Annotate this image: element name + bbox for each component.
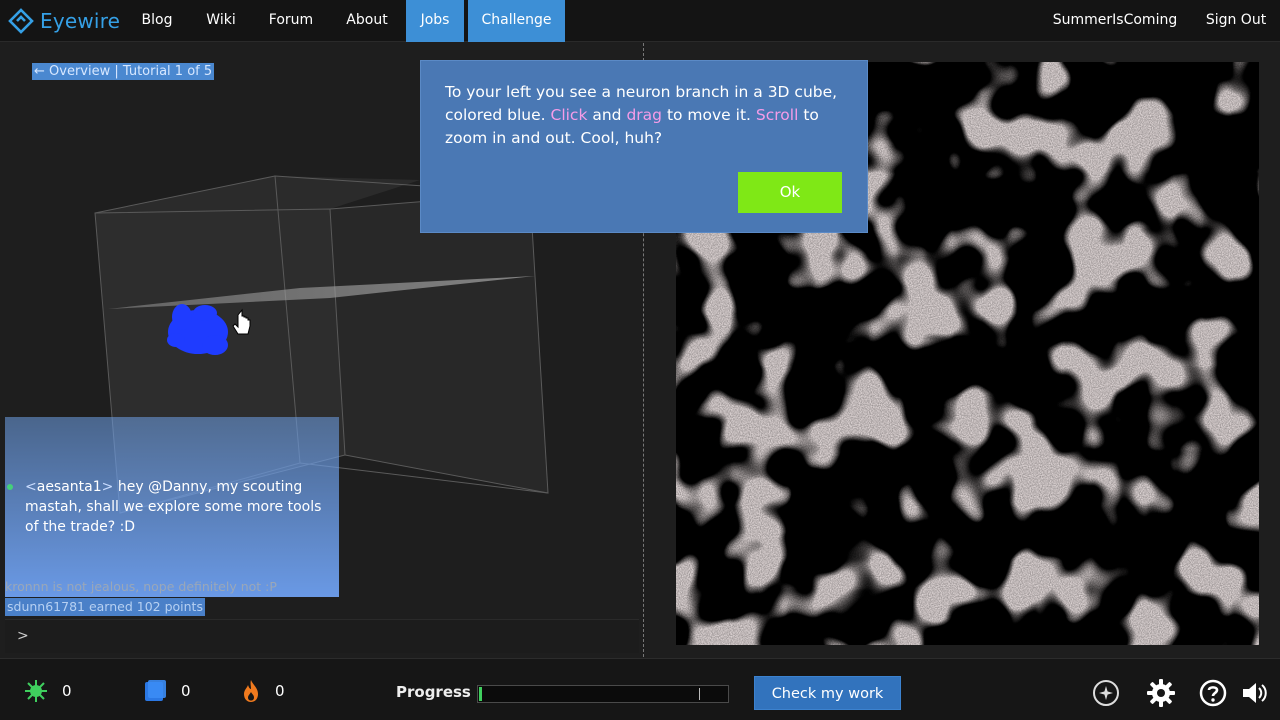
eyewire-logo[interactable]: Eyewire: [8, 8, 120, 34]
eye-logo-icon: [8, 8, 34, 34]
logo-text: Eyewire: [40, 9, 121, 33]
stat-streak: 0: [241, 679, 285, 703]
nav-username[interactable]: SummerIsComing: [1046, 0, 1184, 42]
nav-challenge[interactable]: Challenge: [468, 0, 565, 42]
tutorial-tooltip: To your left you see a neuron branch in …: [420, 60, 868, 233]
top-nav-bar: Eyewire Blog Wiki Forum About Jobs Chall…: [0, 0, 1280, 42]
stat-cubes: 0: [143, 679, 191, 703]
trace-icon: [25, 680, 47, 702]
nav-blog[interactable]: Blog: [131, 0, 183, 42]
chat-prompt: >: [17, 628, 29, 644]
compass-icon[interactable]: [1091, 678, 1121, 708]
nav-forum[interactable]: Forum: [260, 0, 322, 42]
nav-sign-out[interactable]: Sign Out: [1196, 0, 1276, 42]
cube-count: 0: [181, 682, 191, 700]
stat-trace: 0: [24, 679, 72, 703]
tooltip-highlight-scroll: Scroll: [755, 106, 799, 124]
chat-line: kronnn is not jealous, nope definitely n…: [5, 579, 277, 594]
tutorial-breadcrumb[interactable]: ← Overview | Tutorial 1 of 5: [32, 63, 215, 80]
ok-button[interactable]: Ok: [738, 172, 842, 213]
progress-marker: [699, 688, 700, 700]
tooltip-text-part: and: [587, 106, 627, 124]
chat-message: <aesanta1> hey @Danny, my scouting masta…: [25, 479, 322, 535]
nav-about[interactable]: About: [336, 0, 398, 42]
bottom-toolbar: 0 0 0 Progress Check my work: [0, 658, 1280, 720]
tooltip-text-part: to move it.: [662, 106, 756, 124]
tooltip-text: To your left you see a neuron branch in …: [445, 81, 855, 150]
nav-jobs[interactable]: Jobs: [406, 0, 464, 42]
chat-panel: <aesanta1> hey @Danny, my scouting masta…: [5, 417, 339, 597]
chat-line: sdunn61781 earned 102 points: [5, 598, 205, 616]
help-icon[interactable]: [1198, 678, 1228, 708]
nav-wiki[interactable]: Wiki: [197, 0, 245, 42]
sound-icon[interactable]: [1240, 678, 1270, 708]
progress-fill: [479, 687, 482, 701]
check-my-work-button[interactable]: Check my work: [754, 676, 901, 710]
streak-count: 0: [275, 682, 285, 700]
tooltip-highlight-drag: drag: [626, 106, 663, 124]
cube-icon: [145, 680, 166, 701]
progress-bar: [477, 685, 729, 703]
tooltip-highlight-click: Click: [550, 106, 588, 124]
progress-label: Progress: [396, 683, 471, 701]
trace-count: 0: [62, 682, 72, 700]
gear-icon[interactable]: [1146, 678, 1176, 708]
chat-input[interactable]: >: [5, 619, 639, 653]
flame-icon: [244, 680, 258, 702]
chat-username[interactable]: aesanta1: [37, 479, 102, 495]
